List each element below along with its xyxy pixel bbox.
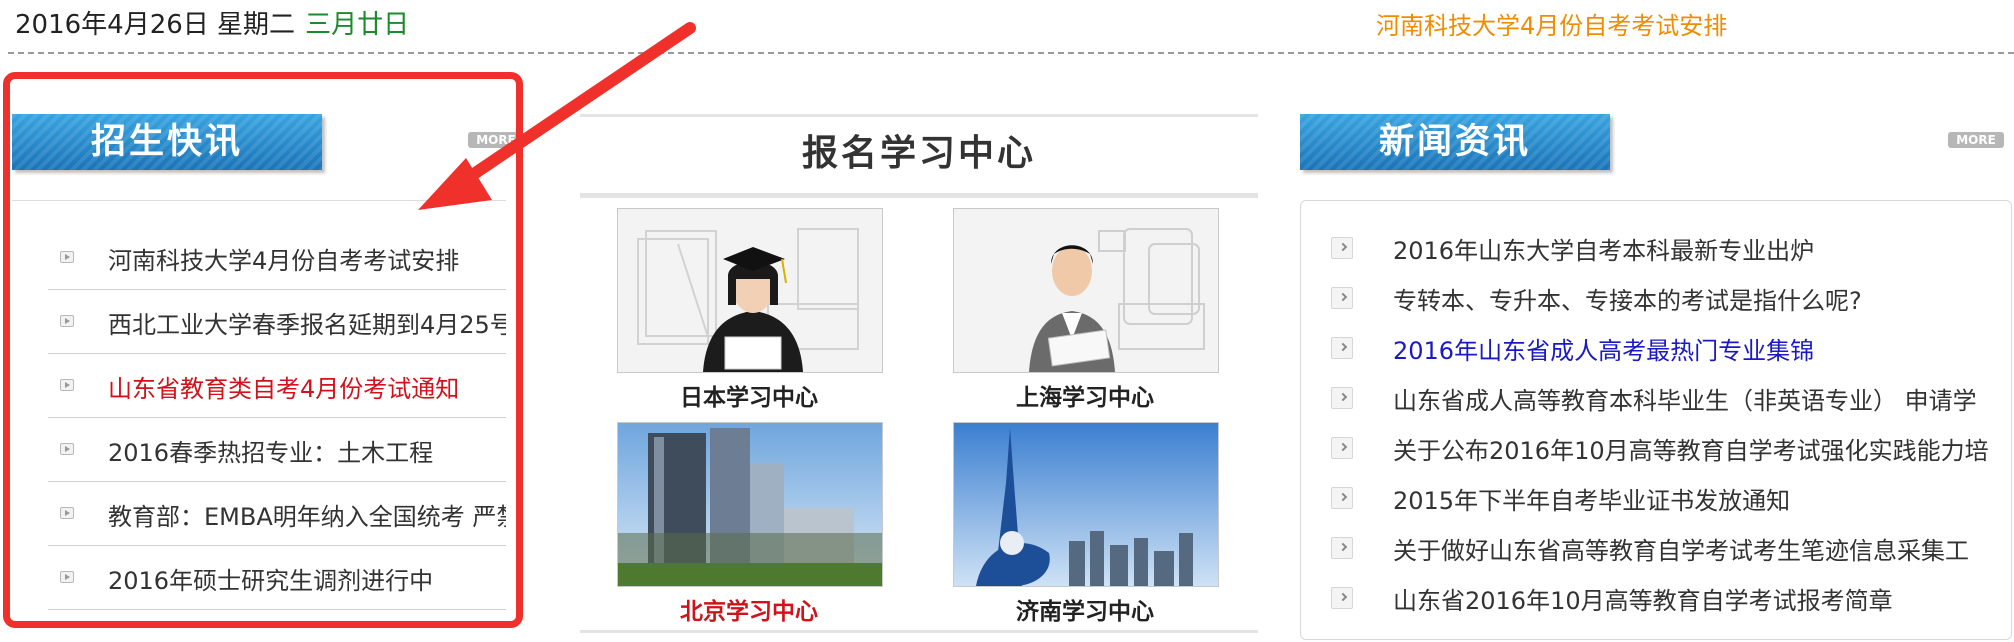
list-item-text: 教育部：EMBA明年纳入全国统考 严禁 — [108, 503, 506, 531]
list-item[interactable]: 河南科技大学4月份自考考试安排 — [48, 227, 506, 290]
chevron-right-icon — [1331, 287, 1353, 309]
list-item-text: 山东省教育类自考4月份考试通知 — [108, 375, 460, 403]
student-photo-icon — [954, 209, 1218, 372]
list-item[interactable]: 专转本、专升本、专接本的考试是指什么呢? — [1331, 271, 2011, 321]
list-item-text: 关于做好山东省高等教育自学考试考生笔迹信息采集工 — [1393, 537, 1969, 565]
list-item-text: 河南科技大学4月份自考考试安排 — [108, 247, 460, 275]
list-item[interactable]: 2016年山东省成人高考最热门专业集锦 — [1331, 321, 2011, 371]
center-bottom-divider — [580, 630, 1258, 633]
top-notice-link[interactable]: 河南科技大学4月份自考考试安排 — [1376, 6, 1727, 41]
list-item-text: 关于公布2016年10月高等教育自学考试强化实践能力培 — [1393, 437, 1989, 465]
jinan-center-image[interactable] — [953, 422, 1219, 587]
bullet-icon — [60, 507, 74, 519]
date-text: 2016年4月26日 星期二 — [15, 10, 296, 40]
lunar-date: 三月廿日 — [305, 10, 410, 40]
admissions-news-title: 招生快讯 — [12, 114, 322, 170]
news-list: 2016年山东大学自考本科最新专业出炉 专转本、专升本、专接本的考试是指什么呢?… — [1300, 200, 2012, 640]
list-item[interactable]: 山东省成人高等教育本科毕业生（非英语专业） 申请学 — [1331, 371, 2011, 421]
chevron-right-icon — [1331, 437, 1353, 459]
news-title: 新闻资讯 — [1300, 114, 1610, 170]
date-display: 2016年4月26日 星期二 三月廿日 — [15, 4, 409, 41]
list-item-text: 山东省成人高等教育本科毕业生（非英语专业） 申请学 — [1393, 387, 1977, 415]
list-item-text: 2016年山东省成人高考最热门专业集锦 — [1393, 337, 1815, 365]
bullet-icon — [60, 315, 74, 327]
dashed-divider — [8, 52, 2014, 54]
list-item[interactable]: 山东省2016年10月高等教育自学考试报考简章 — [1331, 571, 2011, 621]
top-bar: 2016年4月26日 星期二 三月廿日 河南科技大学4月份自考考试安排 — [0, 0, 2014, 52]
chevron-right-icon — [1331, 537, 1353, 559]
list-item-text: 山东省2016年10月高等教育自学考试报考简章 — [1393, 587, 1893, 615]
list-item[interactable]: 2016春季热招专业：土木工程 — [48, 419, 506, 482]
jinan-center-label[interactable]: 济南学习中心 — [953, 592, 1217, 626]
bullet-icon — [60, 251, 74, 263]
buildings-photo-icon — [618, 423, 882, 586]
monument-photo-icon — [954, 423, 1218, 586]
admissions-more-button[interactable]: MORE — [468, 132, 524, 148]
japan-center-image[interactable] — [617, 208, 883, 373]
bullet-icon — [60, 571, 74, 583]
news-more-button[interactable]: MORE — [1948, 132, 2004, 148]
shanghai-center-label[interactable]: 上海学习中心 — [953, 378, 1217, 412]
list-item-text: 2016年山东大学自考本科最新专业出炉 — [1393, 237, 1815, 265]
chevron-right-icon — [1331, 387, 1353, 409]
shanghai-center-image[interactable] — [953, 208, 1219, 373]
list-item[interactable]: 教育部：EMBA明年纳入全国统考 严禁 — [48, 483, 506, 546]
bullet-icon — [60, 443, 74, 455]
chevron-right-icon — [1331, 487, 1353, 509]
list-item-text: 专转本、专升本、专接本的考试是指什么呢? — [1393, 287, 1862, 315]
list-item[interactable]: 2016年硕士研究生调剂进行中 — [48, 547, 506, 610]
admissions-news-list: 河南科技大学4月份自考考试安排 西北工业大学春季报名延期到4月25号！ 山东省教… — [12, 200, 506, 619]
chevron-right-icon — [1331, 237, 1353, 259]
japan-center-label[interactable]: 日本学习中心 — [617, 378, 881, 412]
list-item-text: 2016年硕士研究生调剂进行中 — [108, 567, 434, 595]
list-item[interactable]: 山东省教育类自考4月份考试通知 — [48, 355, 506, 418]
beijing-center-image[interactable] — [617, 422, 883, 587]
list-item-text: 西北工业大学春季报名延期到4月25号！ — [108, 311, 506, 339]
list-item[interactable]: 关于做好山东省高等教育自学考试考生笔迹信息采集工 — [1331, 521, 2011, 571]
list-item[interactable]: 关于公布2016年10月高等教育自学考试强化实践能力培 — [1331, 421, 2011, 471]
list-item[interactable]: 2016年山东大学自考本科最新专业出炉 — [1331, 221, 2011, 271]
chevron-right-icon — [1331, 587, 1353, 609]
graduate-photo-icon — [618, 209, 882, 372]
chevron-right-icon — [1331, 337, 1353, 359]
list-item[interactable]: 2015年下半年自考毕业证书发放通知 — [1331, 471, 2011, 521]
beijing-center-label[interactable]: 北京学习中心 — [617, 592, 881, 626]
list-item-text: 2015年下半年自考毕业证书发放通知 — [1393, 487, 1791, 515]
list-item[interactable]: 西北工业大学春季报名延期到4月25号！ — [48, 291, 506, 354]
study-center-title: 报名学习中心 — [580, 114, 1258, 198]
list-item-text: 2016春季热招专业：土木工程 — [108, 439, 434, 467]
bullet-icon — [60, 379, 74, 391]
